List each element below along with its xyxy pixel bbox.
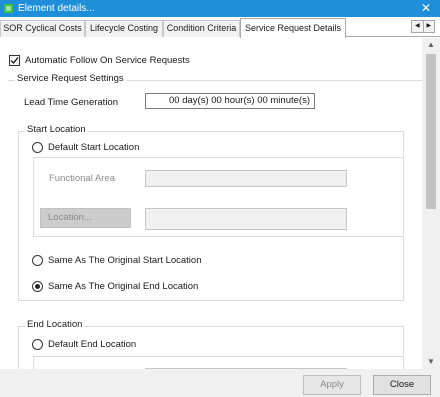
checkmark-icon	[10, 57, 19, 65]
auto-follow-label: Automatic Follow On Service Requests	[25, 55, 190, 66]
vertical-scrollbar[interactable]: ▲ ▼	[422, 38, 440, 369]
close-window-icon[interactable]: ✕	[421, 1, 431, 15]
functional-area-input[interactable]	[145, 170, 347, 187]
window-titlebar: Element details... ✕	[0, 0, 440, 17]
radio-selected-dot	[35, 284, 40, 289]
lead-time-label: Lead Time Generation	[24, 97, 119, 108]
tab-condition-criteria[interactable]: Condition Criteria	[163, 20, 240, 37]
functional-area-label: Functional Area	[49, 173, 116, 184]
tab-strip: SOR Cyclical Costs Lifecycle Costing Con…	[0, 17, 440, 38]
default-end-location-radio[interactable]	[32, 339, 43, 350]
same-as-start-radio[interactable]	[32, 255, 43, 266]
service-request-panel: Automatic Follow On Service Requests Ser…	[0, 38, 422, 369]
tab-lifecycle-costing[interactable]: Lifecycle Costing	[85, 20, 163, 37]
dialog-footer: Apply Close	[0, 369, 440, 397]
scroll-up-icon[interactable]: ▲	[422, 38, 440, 52]
scroll-down-icon[interactable]: ▼	[422, 355, 440, 369]
window-title: Element details...	[18, 3, 95, 14]
same-as-end-label: Same As The Original End Location	[48, 281, 199, 292]
same-as-end-radio[interactable]	[32, 281, 43, 292]
same-as-start-label: Same As The Original Start Location	[48, 255, 202, 266]
scrollbar-thumb[interactable]	[426, 54, 436, 209]
location-button[interactable]: Location...	[40, 208, 131, 228]
tab-sor-cyclical-costs[interactable]: SOR Cyclical Costs	[0, 20, 85, 37]
service-request-settings-legend: Service Request Settings	[15, 73, 126, 85]
tab-scroll-left-icon[interactable]: ◀	[412, 21, 424, 32]
apply-button[interactable]: Apply	[303, 375, 361, 395]
tab-service-request-details[interactable]: Service Request Details	[240, 18, 346, 38]
auto-follow-checkbox[interactable]	[9, 55, 20, 66]
start-location-legend: Start Location	[25, 124, 88, 136]
tab-scroll-buttons: ◀ ▶	[411, 20, 435, 33]
app-icon	[3, 4, 13, 14]
location-input[interactable]	[145, 208, 347, 230]
end-location-legend: End Location	[25, 319, 85, 331]
lead-time-input[interactable]: 00 day(s) 00 hour(s) 00 minute(s)	[145, 93, 315, 109]
default-end-location-label: Default End Location	[48, 339, 137, 350]
default-start-location-radio[interactable]	[32, 142, 43, 153]
default-start-location-label: Default Start Location	[48, 142, 140, 153]
tab-scroll-right-icon[interactable]: ▶	[424, 21, 435, 32]
close-button[interactable]: Close	[373, 375, 431, 395]
